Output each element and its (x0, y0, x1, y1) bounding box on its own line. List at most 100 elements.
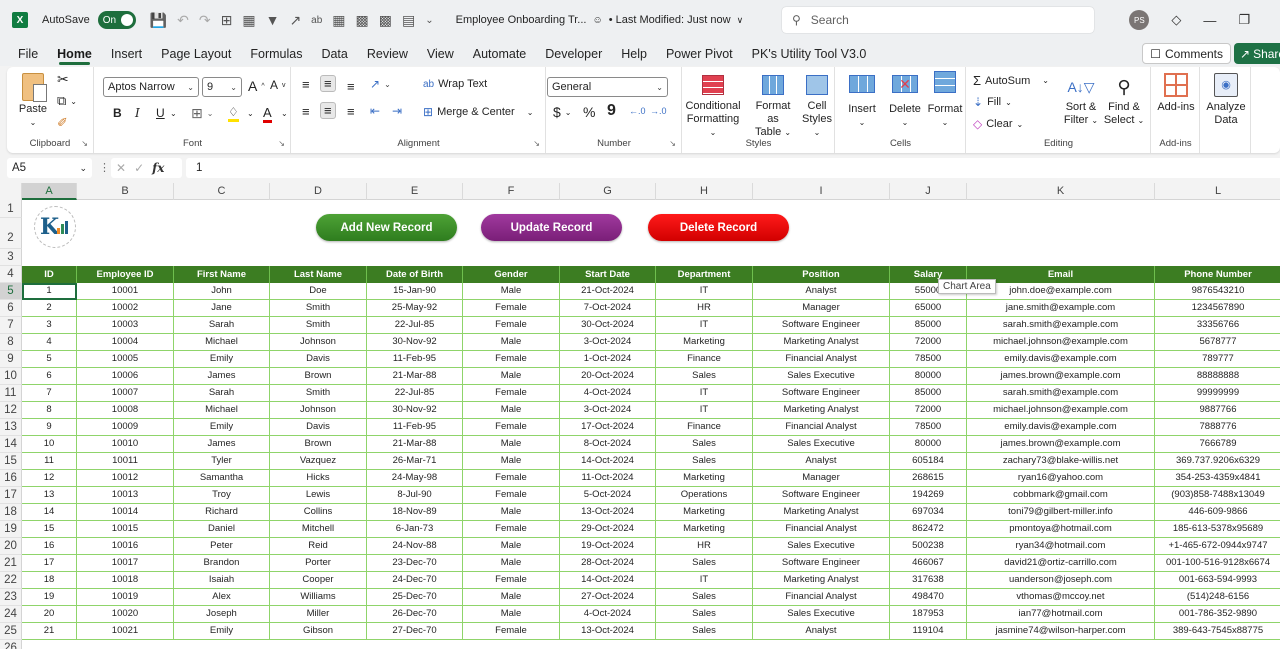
cell-salary[interactable]: 862472 (890, 521, 967, 538)
row-header-8[interactable]: 8 (0, 334, 22, 351)
chevron-down-icon[interactable]: ⌄ (170, 109, 177, 118)
cell-phone-number[interactable]: +1-465-672-0944x9747 (1155, 538, 1280, 555)
cell-position[interactable]: Marketing Analyst (753, 402, 890, 419)
wrap-text-button[interactable]: ab Wrap Text (423, 78, 487, 90)
paste-button[interactable]: Paste ⌄ (17, 73, 49, 129)
cell-date-of-birth[interactable]: 22-Jul-85 (367, 385, 463, 402)
tab-page-layout[interactable]: Page Layout (161, 40, 231, 66)
cell-email[interactable]: jasmine74@wilson-harper.com (967, 623, 1155, 640)
cell-id[interactable]: 17 (22, 555, 77, 572)
cell-employee-id[interactable]: 10004 (77, 334, 174, 351)
cell-department[interactable]: IT (656, 572, 753, 589)
cell-email[interactable]: emily.davis@example.com (967, 351, 1155, 368)
cell-first-name[interactable]: Sarah (174, 385, 270, 402)
cell-styles-button[interactable]: Cell Styles ⌄ (799, 75, 835, 139)
comma-button[interactable]: 9 (607, 102, 616, 120)
cell-first-name[interactable]: Emily (174, 419, 270, 436)
more-options-icon[interactable]: ⋮ (99, 161, 110, 174)
cell-last-name[interactable]: Hicks (270, 470, 367, 487)
cell-position[interactable]: Marketing Analyst (753, 572, 890, 589)
cell-last-name[interactable]: Lewis (270, 487, 367, 504)
cell-employee-id[interactable]: 10008 (77, 402, 174, 419)
cell-department[interactable]: Sales (656, 368, 753, 385)
cell-salary[interactable]: 78500 (890, 419, 967, 436)
analyze-data-button[interactable]: ◉ Analyze Data (1204, 73, 1248, 127)
header-date-of-birth[interactable]: Date of Birth (367, 266, 463, 283)
cell-gender[interactable]: Female (463, 317, 560, 334)
cell-gender[interactable]: Male (463, 589, 560, 606)
cell-position[interactable]: Financial Analyst (753, 419, 890, 436)
cell-date-of-birth[interactable]: 23-Dec-70 (367, 555, 463, 572)
chevron-down-icon[interactable]: ⌄ (247, 109, 254, 118)
cell-email[interactable]: zachary73@blake-willis.net (967, 453, 1155, 470)
cell-last-name[interactable]: Johnson (270, 402, 367, 419)
cell-id[interactable]: 18 (22, 572, 77, 589)
cell-date-of-birth[interactable]: 30-Nov-92 (367, 402, 463, 419)
spelling-icon[interactable]: ab (311, 15, 322, 26)
cell-employee-id[interactable]: 10019 (77, 589, 174, 606)
cell-last-name[interactable]: Gibson (270, 623, 367, 640)
cell-start-date[interactable]: 14-Oct-2024 (560, 572, 656, 589)
cell-gender[interactable]: Female (463, 351, 560, 368)
cell-phone-number[interactable]: 354-253-4359x4841 (1155, 470, 1280, 487)
cell-position[interactable]: Sales Executive (753, 538, 890, 555)
cell-date-of-birth[interactable]: 25-Dec-70 (367, 589, 463, 606)
column-header-b[interactable]: B (77, 183, 174, 200)
cell-id[interactable]: 1 (22, 283, 77, 300)
cell-start-date[interactable]: 30-Oct-2024 (560, 317, 656, 334)
cell-last-name[interactable]: Mitchell (270, 521, 367, 538)
cell-department[interactable]: Marketing (656, 470, 753, 487)
insert-function-icon[interactable]: fx (152, 161, 164, 175)
cell-gender[interactable]: Male (463, 538, 560, 555)
cell-employee-id[interactable]: 10011 (77, 453, 174, 470)
cell-employee-id[interactable]: 10001 (77, 283, 174, 300)
cell-first-name[interactable]: James (174, 436, 270, 453)
cell-email[interactable]: michael.johnson@example.com (967, 402, 1155, 419)
cell-gender[interactable]: Female (463, 521, 560, 538)
cell-date-of-birth[interactable]: 26-Mar-71 (367, 453, 463, 470)
addins-button[interactable]: Add-ins (1156, 73, 1196, 114)
row-header-14[interactable]: 14 (0, 436, 22, 453)
cell-first-name[interactable]: Isaiah (174, 572, 270, 589)
row-header-21[interactable]: 21 (0, 555, 22, 572)
cell-first-name[interactable]: Joseph (174, 606, 270, 623)
row-header-16[interactable]: 16 (0, 470, 22, 487)
cell-email[interactable]: vthomas@mccoy.net (967, 589, 1155, 606)
cell-phone-number[interactable]: 99999999 (1155, 385, 1280, 402)
cell-last-name[interactable]: Smith (270, 317, 367, 334)
cell-department[interactable]: Finance (656, 351, 753, 368)
cell-last-name[interactable]: Brown (270, 368, 367, 385)
undo-icon[interactable]: ↶ (177, 12, 189, 29)
cell-first-name[interactable]: Troy (174, 487, 270, 504)
cell-start-date[interactable]: 3-Oct-2024 (560, 334, 656, 351)
restore-icon[interactable]: ❐ (1238, 12, 1250, 28)
cell-phone-number[interactable]: 7666789 (1155, 436, 1280, 453)
cell-start-date[interactable]: 27-Oct-2024 (560, 589, 656, 606)
sort-filter-button[interactable]: A↓▽ Sort & Filter ⌄ (1061, 73, 1101, 127)
cell-last-name[interactable]: Porter (270, 555, 367, 572)
delete-record-button[interactable]: Delete Record (648, 214, 789, 241)
cell-email[interactable]: sarah.smith@example.com (967, 317, 1155, 334)
row-header-12[interactable]: 12 (0, 402, 22, 419)
cell-gender[interactable]: Female (463, 623, 560, 640)
cell-first-name[interactable]: Samantha (174, 470, 270, 487)
tab-file[interactable]: File (18, 40, 38, 66)
cell-date-of-birth[interactable]: 26-Dec-70 (367, 606, 463, 623)
cell-first-name[interactable]: Michael (174, 334, 270, 351)
header-department[interactable]: Department (656, 266, 753, 283)
decrease-indent-icon[interactable]: ⇤ (370, 104, 380, 118)
cell-date-of-birth[interactable]: 24-Nov-88 (367, 538, 463, 555)
cell-start-date[interactable]: 3-Oct-2024 (560, 402, 656, 419)
cell-date-of-birth[interactable]: 21-Mar-88 (367, 368, 463, 385)
cell-first-name[interactable]: Peter (174, 538, 270, 555)
cell-position[interactable]: Marketing Analyst (753, 334, 890, 351)
share-button[interactable]: ↗Share (1234, 43, 1280, 64)
cell-salary[interactable]: 78500 (890, 351, 967, 368)
cell-department[interactable]: IT (656, 385, 753, 402)
align-bottom-icon[interactable]: ≡ (347, 79, 355, 94)
delete-button[interactable]: ✕ Delete ⌄ (886, 75, 924, 129)
cell-employee-id[interactable]: 10002 (77, 300, 174, 317)
cell-email[interactable]: pmontoya@hotmail.com (967, 521, 1155, 538)
header-last-name[interactable]: Last Name (270, 266, 367, 283)
cell-last-name[interactable]: Williams (270, 589, 367, 606)
